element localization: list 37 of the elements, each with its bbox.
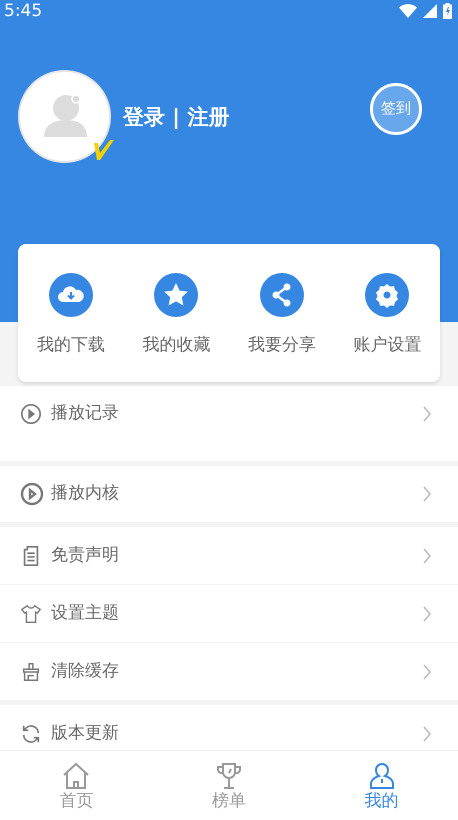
menu-label: 版本更新 [51,722,119,745]
chevron-right-icon [422,664,432,680]
nav-tab[interactable]: 我的 [305,751,458,820]
menu-label: 免责声明 [51,544,119,567]
battery-icon [443,3,452,19]
chevron-right-icon [422,606,432,622]
chevron-right-icon [422,406,432,422]
quick-action-label[interactable]: 我要分享 [248,333,316,359]
refresh-icon [20,722,42,744]
play-circle-icon [20,402,42,424]
menu-label: 播放内核 [51,482,119,506]
avatar-icon [18,70,111,163]
menu-row[interactable]: 清除缓存 [0,643,458,701]
menu-row[interactable]: 设置主题 [0,585,458,643]
quick-action-label[interactable]: 账户设置 [353,333,422,359]
status-time: 5:45 [4,2,42,20]
chevron-right-icon [422,548,432,564]
menu-label: 清除缓存 [51,660,119,683]
settings-icon [365,273,410,318]
menu-label: 设置主题 [51,602,119,625]
login-register-link[interactable]: 登录 | 注册 [123,102,230,134]
signal-icon [423,4,437,18]
t-shirt-icon [20,602,42,624]
quick-action-label[interactable]: 我的下载 [36,333,105,359]
home-icon [61,761,92,791]
quick-action-label[interactable]: 我的收藏 [142,333,210,359]
chevron-right-icon [422,726,432,742]
play-circle-icon [20,482,44,506]
menu-row[interactable]: 免责声明 [0,527,458,585]
menu-label: 播放记录 [51,402,119,425]
chevron-right-icon [422,486,432,502]
menu-row[interactable]: 播放内核 [0,466,458,523]
wifi-icon [399,4,417,18]
menu-row[interactable]: 播放记录 [0,386,458,462]
cloud-download-icon [48,273,93,318]
broom-icon [20,660,42,682]
share-icon [260,273,304,318]
